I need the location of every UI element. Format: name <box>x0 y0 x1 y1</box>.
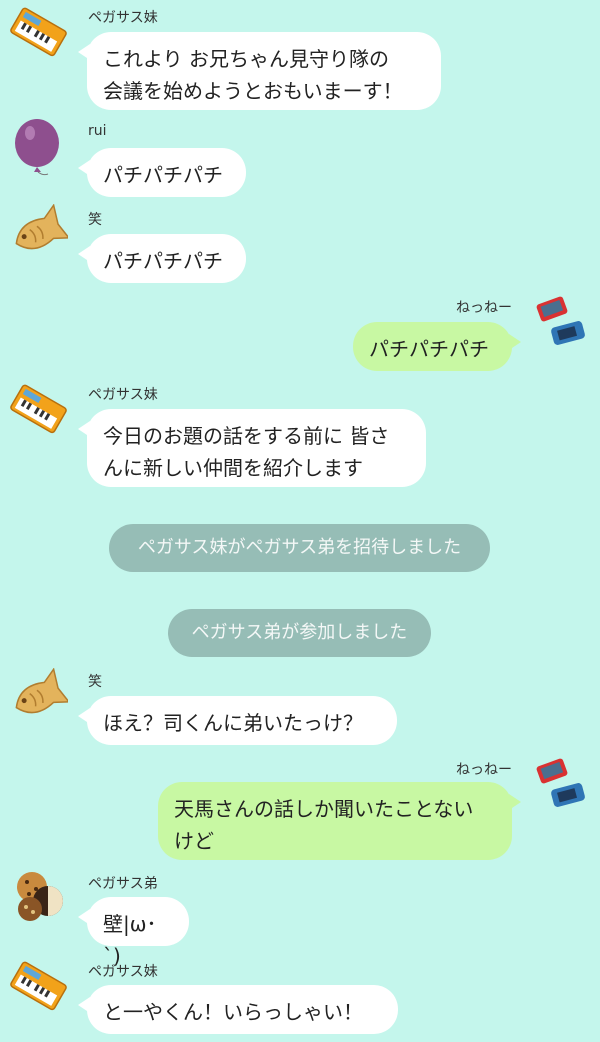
sender-name: ねっねー <box>456 300 512 316</box>
system-notice: ペガサス弟が参加しました <box>168 609 431 657</box>
system-notice: ペガサス妹がペガサス弟を招待しました <box>109 524 490 572</box>
sender-name: rui <box>88 123 107 139</box>
message-row: 笑 ほえ？司くんに弟いたっけ？ <box>0 662 600 752</box>
chat-screen: { "senders": { "pegasus_sister": "ペガサス妹"… <box>0 0 600 1042</box>
message-row: ペガサス妹 今日のお題の話をする前に 皆さ んに新しい仲間を紹介します <box>0 375 600 495</box>
message-bubble[interactable]: 壁|ω･`) <box>78 897 189 968</box>
sender-name: 笑 <box>88 674 102 690</box>
message-bubble[interactable]: 天馬さんの話しか聞いたことない けど <box>158 782 521 860</box>
message-row: ペガサス弟 壁|ω･`) <box>0 867 600 968</box>
taiyaki-icon[interactable] <box>10 204 68 262</box>
message-row: 笑 パチパチパチ <box>0 200 600 290</box>
message-row: ねっねー パチパチパチ <box>0 290 600 375</box>
keyboard-icon[interactable] <box>10 956 68 1014</box>
sender-name: ペガサス弟 <box>88 876 158 892</box>
message-bubble[interactable]: パチパチパチ <box>78 234 246 283</box>
balloon-icon[interactable] <box>10 118 68 176</box>
message-bubble[interactable]: 今日のお題の話をする前に 皆さ んに新しい仲間を紹介します <box>78 409 426 487</box>
game-console-icon[interactable] <box>532 292 590 350</box>
message-bubble[interactable]: ほえ？司くんに弟いたっけ？ <box>78 696 397 745</box>
message-row: rui パチパチパチ <box>0 115 600 200</box>
message-bubble[interactable]: と一やくん！いらっしゃい！ <box>78 985 398 1034</box>
keyboard-icon[interactable] <box>10 2 68 60</box>
message-row: ペガサス妹 と一やくん！いらっしゃい！ <box>0 952 600 1042</box>
game-console-icon[interactable] <box>532 754 590 812</box>
keyboard-icon[interactable] <box>10 379 68 437</box>
cookies-icon[interactable] <box>10 867 68 925</box>
sender-name: 笑 <box>88 212 102 228</box>
sender-name: ペガサス妹 <box>88 387 158 403</box>
taiyaki-icon[interactable] <box>10 668 68 726</box>
message-bubble[interactable]: パチパチパチ <box>353 322 521 371</box>
message-bubble[interactable]: これより お兄ちゃん見守り隊の 会議を始めようとおもいまーす！ <box>78 32 441 110</box>
sender-name: ペガサス妹 <box>88 10 158 26</box>
message-row: ペガサス妹 これより お兄ちゃん見守り隊の 会議を始めようとおもいまーす！ <box>0 0 600 115</box>
sender-name: ペガサス妹 <box>88 964 158 980</box>
message-row: ねっねー 天馬さんの話しか聞いたことない けど <box>0 752 600 867</box>
sender-name: ねっねー <box>456 762 512 778</box>
message-bubble[interactable]: パチパチパチ <box>78 148 246 197</box>
